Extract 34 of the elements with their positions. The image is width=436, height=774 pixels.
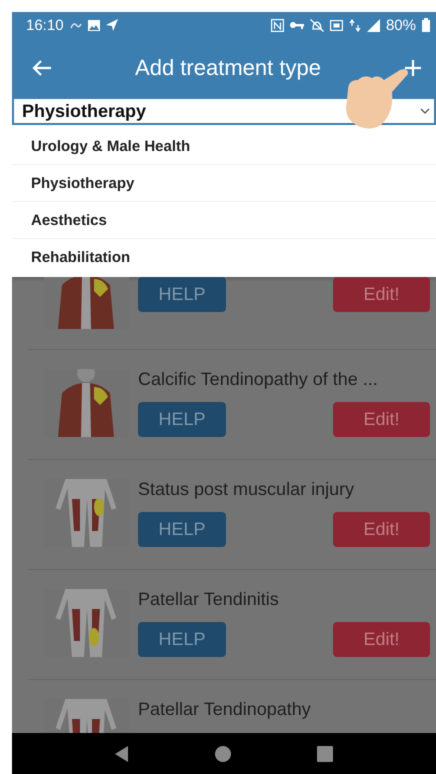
back-icon[interactable]: [115, 746, 129, 762]
battery-icon: [422, 18, 430, 32]
treatment-title: Status post muscular injury: [138, 479, 356, 500]
hd-icon: [330, 20, 343, 30]
treatment-title: Patellar Tendinitis: [138, 589, 280, 610]
status-time: 16:10: [26, 16, 64, 34]
key-icon: [290, 21, 304, 29]
edit-button[interactable]: Edit!: [333, 277, 430, 312]
battery-percentage: 80%: [386, 16, 416, 34]
dropdown-option[interactable]: Rehabilitation: [12, 239, 436, 275]
edit-button[interactable]: Edit!: [333, 512, 430, 547]
chevron-down-icon: [420, 108, 430, 114]
dropdown-option[interactable]: Urology & Male Health: [12, 128, 436, 165]
home-icon[interactable]: [215, 746, 231, 762]
data-arrows-icon: [348, 18, 361, 32]
dropdown-option[interactable]: Aesthetics: [12, 202, 436, 239]
help-button[interactable]: HELP: [138, 512, 226, 547]
dropdown-option[interactable]: Physiotherapy: [12, 165, 436, 202]
screen-title: Add treatment type: [135, 54, 321, 80]
image-icon: [88, 20, 100, 30]
help-button[interactable]: HELP: [138, 277, 226, 312]
treatment-title: Calcific Tendinopathy of the ...: [138, 369, 379, 390]
nfc-icon: [270, 18, 284, 32]
signal-icon: [366, 18, 380, 32]
squiggle-icon: [70, 20, 82, 30]
recents-icon[interactable]: [317, 746, 333, 762]
help-button[interactable]: HELP: [138, 402, 226, 437]
category-select[interactable]: Physiotherapy: [12, 97, 436, 125]
edit-button[interactable]: Edit!: [333, 622, 430, 657]
treatment-title: Patellar Tendinopathy: [138, 699, 312, 720]
help-button[interactable]: HELP: [138, 622, 226, 657]
send-icon: [106, 19, 118, 31]
edit-button[interactable]: Edit!: [333, 402, 430, 437]
bell-off-icon: [310, 18, 324, 32]
